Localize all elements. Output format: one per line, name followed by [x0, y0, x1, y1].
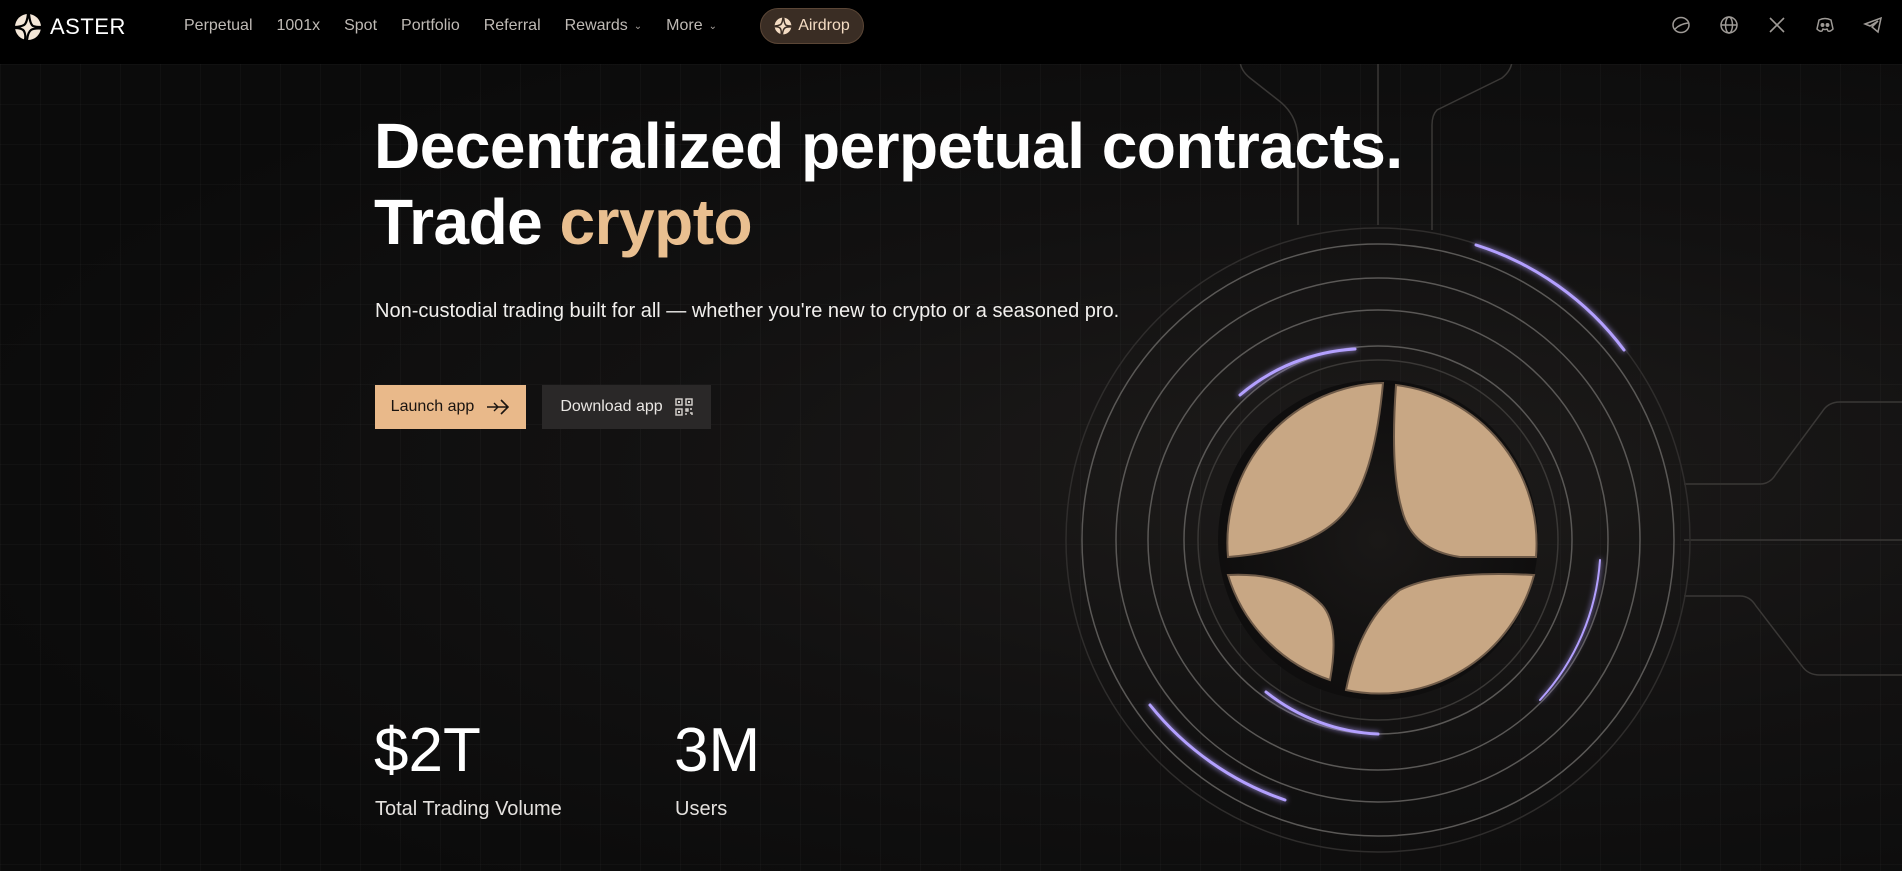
- chevron-down-icon: ⌄: [633, 20, 643, 32]
- aster-logo-icon: [774, 17, 792, 35]
- hero-title: Decentralized perpetual contracts. Trade…: [374, 108, 1403, 260]
- airdrop-label: Airdrop: [798, 17, 850, 34]
- nav-item-label: Rewards: [564, 17, 628, 34]
- x-icon[interactable]: [1766, 14, 1788, 36]
- brand-name: ASTER: [50, 14, 126, 39]
- hero-title-line1: Decentralized perpetual contracts.: [374, 110, 1403, 182]
- nav-item-label: Portfolio: [401, 17, 460, 34]
- nav-item-portfolio[interactable]: Portfolio: [401, 17, 460, 35]
- nav-item-1001x[interactable]: 1001x: [277, 17, 321, 35]
- globe-icon[interactable]: [1718, 14, 1740, 36]
- hero-title-prefix: Trade: [374, 186, 543, 258]
- chevron-down-icon: ⌄: [708, 20, 717, 32]
- brand-logo[interactable]: ASTER: [14, 13, 126, 41]
- nav-item-more[interactable]: More ⌄: [666, 17, 717, 35]
- download-app-label: Download app: [560, 398, 663, 415]
- stat-users-label: Users: [675, 798, 728, 820]
- chat-bubble-icon[interactable]: [1670, 14, 1692, 36]
- nav-item-referral[interactable]: Referral: [484, 17, 541, 35]
- page: ASTER Perpetual 1001x Spot Portfolio Ref…: [0, 0, 1902, 871]
- top-nav: ASTER Perpetual 1001x Spot Portfolio Ref…: [0, 0, 1902, 64]
- stat-volume-label: Total Trading Volume: [375, 798, 562, 820]
- aster-logo-icon: [14, 13, 42, 41]
- nav-item-label: Spot: [344, 17, 378, 34]
- hero-subtitle: Non-custodial trading built for all — wh…: [375, 300, 1120, 322]
- qr-code-icon: [674, 398, 693, 416]
- stat-volume-value: $2T: [374, 716, 481, 785]
- discord-icon[interactable]: [1814, 14, 1836, 36]
- download-app-button[interactable]: Download app: [542, 385, 711, 429]
- launch-app-button[interactable]: Launch app: [375, 385, 526, 429]
- nav-item-spot[interactable]: Spot: [344, 17, 377, 35]
- nav-item-label: Referral: [483, 17, 541, 34]
- nav-item-label: More: [666, 17, 703, 34]
- arrow-right-icon: [487, 399, 510, 415]
- hero-title-line2: Trade crypto: [374, 184, 1403, 260]
- stat-users-value: 3M: [674, 716, 761, 785]
- hero-title-accent: crypto: [559, 186, 753, 258]
- main-menu: Perpetual 1001x Spot Portfolio Referral …: [184, 0, 741, 52]
- nav-item-label: Perpetual: [184, 17, 253, 34]
- launch-app-label: Launch app: [390, 398, 475, 415]
- social-links: [1670, 14, 1884, 36]
- nav-item-rewards[interactable]: Rewards ⌄: [565, 17, 643, 35]
- nav-item-label: 1001x: [276, 17, 321, 34]
- airdrop-button[interactable]: Airdrop: [760, 8, 864, 44]
- nav-item-perpetual[interactable]: Perpetual: [184, 17, 253, 35]
- telegram-icon[interactable]: [1862, 14, 1884, 36]
